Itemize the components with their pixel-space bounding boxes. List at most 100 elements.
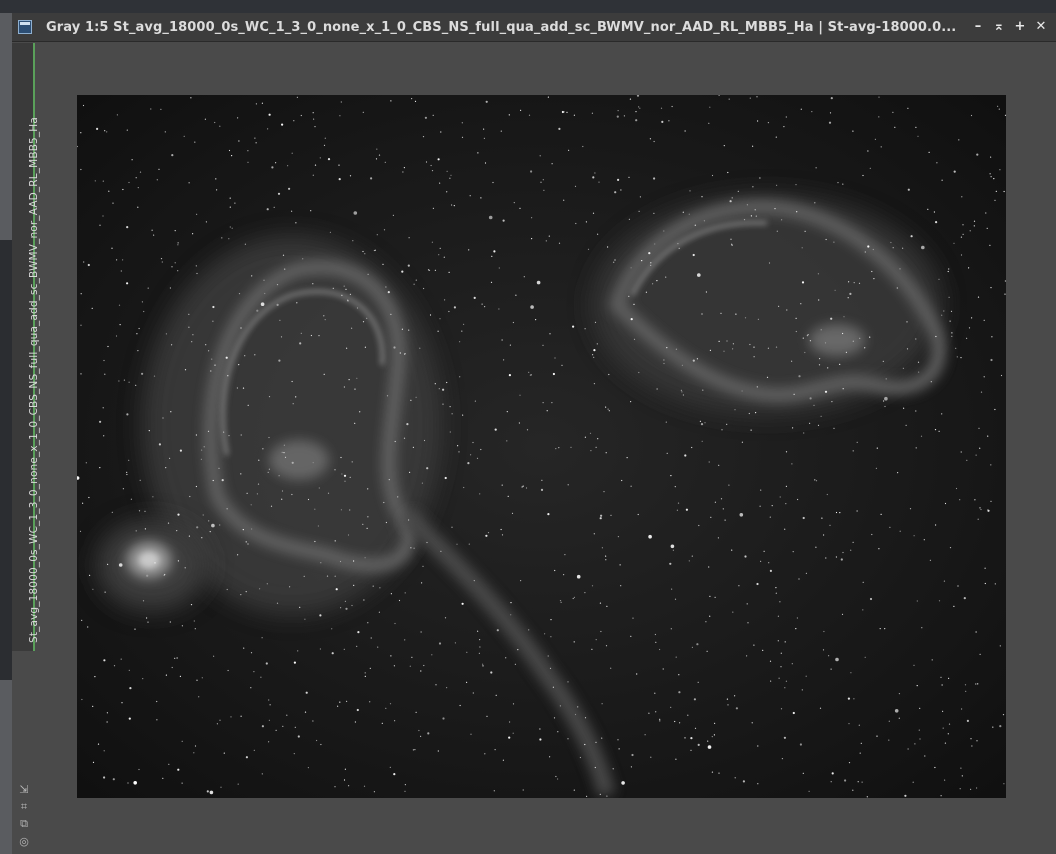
star (212, 320, 214, 322)
star (419, 347, 421, 349)
star (221, 237, 223, 239)
star (986, 227, 988, 229)
star (79, 530, 82, 532)
star (853, 282, 855, 284)
star (666, 347, 668, 349)
star (161, 261, 163, 263)
star (871, 270, 873, 273)
star (498, 267, 500, 269)
star (923, 539, 925, 541)
star (961, 708, 963, 710)
star (266, 208, 269, 211)
image-window[interactable]: Gray 1:5 St_avg_18000_0s_WC_1_3_0_none_x… (12, 13, 1056, 854)
star (376, 234, 378, 236)
star (228, 149, 231, 152)
star (960, 767, 962, 769)
star (483, 137, 485, 139)
window-titlebar[interactable]: Gray 1:5 St_avg_18000_0s_WC_1_3_0_none_x… (12, 13, 1056, 42)
star (247, 404, 249, 406)
star (974, 499, 976, 501)
star (505, 657, 507, 659)
star (139, 171, 142, 173)
star (432, 114, 434, 116)
star (255, 103, 257, 105)
shade-icon[interactable]: ⌅ (991, 19, 1007, 35)
star (999, 645, 1001, 647)
view-identifier-tab[interactable]: St_avg_18000_0s_WC_1_3_0_none_x_1_0_CBS_… (12, 43, 40, 651)
star (118, 304, 121, 306)
star (638, 371, 640, 374)
star (431, 241, 433, 243)
star (231, 227, 233, 229)
star (512, 732, 514, 734)
star (268, 741, 270, 743)
star (536, 280, 541, 285)
star (919, 707, 921, 710)
image-viewport[interactable] (77, 95, 1006, 798)
star (951, 332, 953, 334)
star (246, 492, 248, 494)
star (171, 344, 173, 346)
image-window-icon[interactable] (18, 20, 32, 34)
star (385, 521, 387, 524)
star (597, 438, 599, 440)
star (466, 681, 468, 684)
star (324, 137, 326, 139)
star (801, 247, 803, 249)
star (542, 179, 544, 181)
star (601, 737, 603, 739)
star (1004, 280, 1006, 282)
star (340, 607, 342, 609)
star (955, 347, 957, 349)
star (294, 726, 296, 728)
star (811, 111, 813, 113)
star (990, 156, 992, 158)
star (349, 509, 351, 511)
star (684, 737, 686, 739)
star (343, 386, 345, 388)
star (279, 319, 281, 321)
star (541, 479, 543, 481)
star (955, 487, 958, 490)
minimize-icon[interactable]: – (970, 19, 986, 35)
star (633, 303, 635, 305)
star (679, 722, 681, 724)
star (507, 495, 509, 497)
star (390, 593, 392, 595)
star (440, 131, 442, 133)
star (700, 423, 704, 426)
star (802, 337, 804, 339)
star (219, 524, 221, 526)
star (181, 625, 183, 627)
star (942, 710, 944, 712)
star (450, 174, 452, 176)
star (975, 631, 977, 633)
star (174, 262, 176, 264)
star (482, 665, 484, 667)
star (422, 565, 424, 567)
shrink-arrow-icon[interactable]: ⇲ (17, 783, 31, 797)
close-icon[interactable]: ✕ (1033, 19, 1049, 35)
star (410, 547, 412, 549)
star (756, 386, 758, 388)
stf-icon[interactable]: ◎ (17, 835, 31, 849)
star (158, 168, 160, 170)
star (927, 208, 929, 210)
star (281, 490, 284, 492)
clone-view-icon[interactable]: ⧉ (17, 817, 31, 831)
star (717, 537, 720, 539)
star (531, 238, 533, 240)
star (780, 666, 782, 668)
star (723, 350, 725, 352)
star (420, 631, 422, 633)
star (382, 263, 384, 265)
star (82, 104, 85, 107)
star (696, 643, 699, 646)
star (718, 772, 720, 774)
maximize-icon[interactable]: + (1012, 19, 1028, 35)
star (842, 332, 844, 335)
fit-view-icon[interactable]: ⌗ (17, 800, 31, 814)
star (735, 313, 737, 315)
star (540, 181, 542, 183)
star (563, 199, 565, 201)
